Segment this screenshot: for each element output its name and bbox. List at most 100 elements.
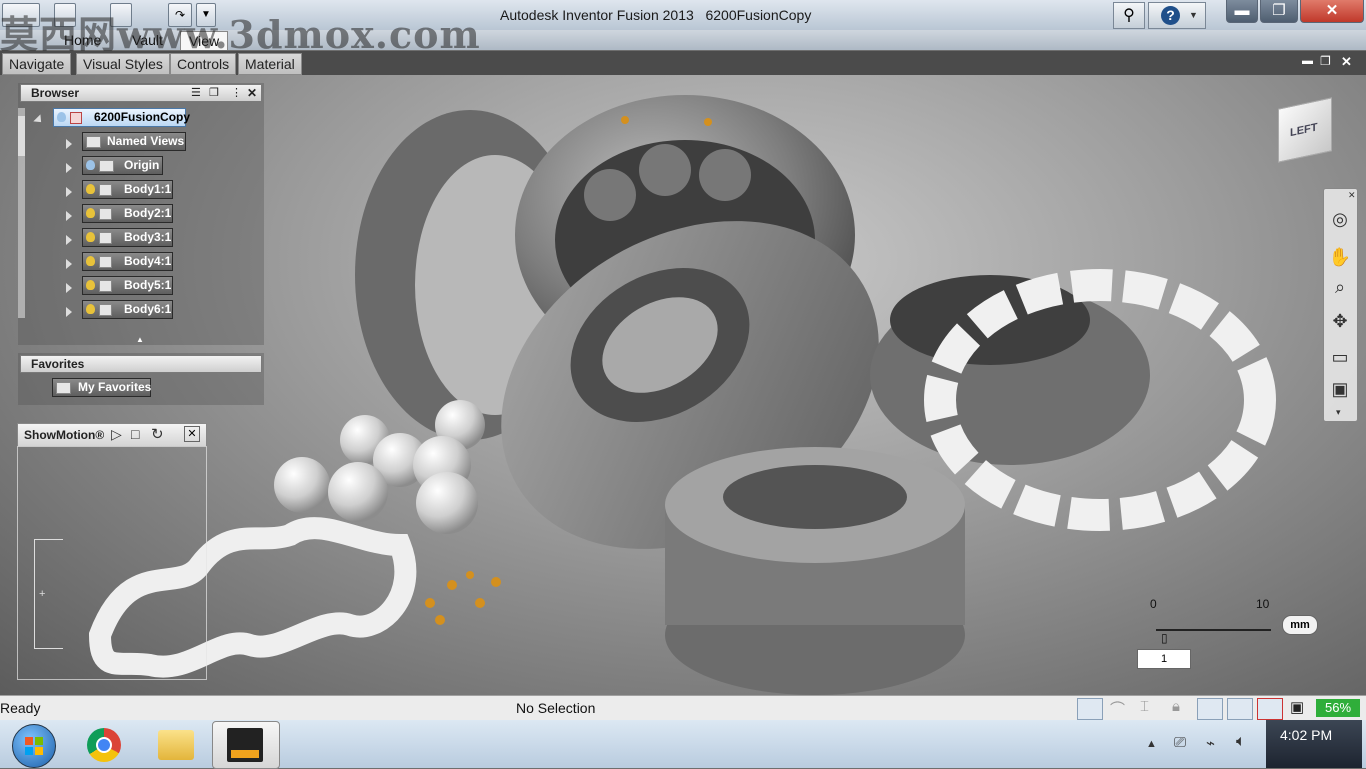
scale-value-box[interactable]: 1: [1137, 649, 1191, 669]
battery-indicator: 56%: [1316, 699, 1360, 717]
browser-close-icon[interactable]: ✕: [247, 85, 257, 101]
viewport-restore-icon[interactable]: ❐: [1320, 54, 1331, 68]
chrome-icon-center: [96, 737, 112, 753]
visibility-bulb-icon[interactable]: [86, 184, 95, 194]
body-icon: [99, 304, 112, 316]
expand-icon[interactable]: [66, 139, 72, 149]
close-button[interactable]: ✕: [1300, 0, 1364, 23]
taskbar: ▲ ⎚ ⌁ 🔈︎ 4:02 PM: [0, 720, 1366, 769]
browser-root-node[interactable]: 6200FusionCopy: [53, 108, 190, 127]
constraint-icon[interactable]: [1257, 698, 1283, 720]
browser-node-body2[interactable]: Body2:1: [82, 204, 173, 223]
unit-toggle[interactable]: mm: [1282, 615, 1318, 635]
status-ready: Ready: [0, 700, 41, 716]
tray-volume-icon[interactable]: 🔈︎: [1236, 733, 1246, 751]
browser-node-body3[interactable]: Body3:1: [82, 228, 173, 247]
menu-visual-styles[interactable]: Visual Styles: [76, 53, 170, 75]
browser-node-body5[interactable]: Body5:1: [82, 276, 173, 295]
visibility-bulb-icon[interactable]: [86, 232, 95, 242]
status-selection: No Selection: [516, 700, 596, 716]
viewcube-face-label[interactable]: LEFT: [1290, 121, 1318, 139]
zoom-icon[interactable]: ⌕: [1328, 275, 1352, 299]
expand-icon[interactable]: [66, 283, 72, 293]
stop-icon[interactable]: □: [131, 426, 139, 442]
browser-node-body4[interactable]: Body4:1: [82, 252, 173, 271]
help-button[interactable]: ? ▼: [1148, 2, 1206, 29]
browser-node-body6[interactable]: Body6:1: [82, 300, 173, 319]
satellite-icon[interactable]: ⚲: [1113, 2, 1145, 29]
showmotion-panel: +: [17, 446, 207, 680]
favorites-item[interactable]: My Favorites: [52, 378, 151, 397]
expand-icon[interactable]: [66, 163, 72, 173]
tray-power-icon[interactable]: ⌁: [1206, 734, 1215, 752]
menu-controls[interactable]: Controls: [170, 53, 237, 75]
browser-dock-icon[interactable]: ❐: [209, 85, 219, 101]
expand-icon[interactable]: [66, 259, 72, 269]
section-icon[interactable]: ⌒: [1110, 698, 1125, 719]
body-icon: [99, 256, 112, 268]
windows-logo-icon: [25, 737, 33, 745]
bounding-icon[interactable]: ⌶: [1140, 698, 1149, 715]
pan-hand-icon[interactable]: ✋: [1328, 245, 1352, 269]
taskbar-inventor-fusion[interactable]: [212, 721, 280, 769]
visibility-bulb-icon[interactable]: [86, 160, 95, 170]
network-icon[interactable]: ▣: [1290, 698, 1304, 716]
start-button[interactable]: [12, 724, 56, 768]
visibility-bulb-icon[interactable]: [86, 256, 95, 266]
help-icon: ?: [1161, 6, 1180, 25]
menu-material[interactable]: Material: [238, 53, 302, 75]
expand-icon[interactable]: [66, 307, 72, 317]
splitter-handle-icon[interactable]: ▲: [136, 336, 146, 344]
browser-node-origin[interactable]: Origin: [82, 156, 163, 175]
visibility-bulb-icon[interactable]: [86, 208, 95, 218]
browser-menu-icon[interactable]: ⋮: [231, 85, 242, 101]
expand-icon[interactable]: [66, 235, 72, 245]
display-mode-icon[interactable]: [1197, 698, 1223, 720]
orbit-icon[interactable]: ✥: [1328, 309, 1352, 333]
viewport-minimize-icon[interactable]: ▬: [1302, 55, 1314, 67]
showmotion-nav-icon[interactable]: ▣: [1328, 377, 1352, 401]
clock-area[interactable]: 4:02 PM: [1266, 720, 1362, 768]
browser-scroll-thumb[interactable]: [18, 116, 25, 156]
showmotion-track[interactable]: +: [34, 539, 63, 649]
minimize-button[interactable]: ▬: [1226, 0, 1258, 23]
browser-options-icon[interactable]: ☰: [191, 85, 201, 101]
expand-icon[interactable]: [66, 211, 72, 221]
tray-network-icon[interactable]: ⎚: [1174, 734, 1186, 751]
app-title: Autodesk Inventor Fusion 2013: [500, 7, 694, 23]
visibility-bulb-icon[interactable]: [86, 280, 95, 290]
3d-viewport[interactable]: Browser ☰ ❐ ⋮ ✕ 6200FusionCopy Named Vie…: [0, 75, 1366, 695]
browser-node-named-views[interactable]: Named Views: [82, 132, 186, 151]
navbar-close-icon[interactable]: ✕: [1348, 190, 1356, 201]
expand-icon[interactable]: [33, 114, 45, 126]
tray-expand-icon[interactable]: ▲: [1146, 738, 1157, 750]
visibility-bulb-icon[interactable]: [86, 304, 95, 314]
browser-node-body1[interactable]: Body1:1: [82, 180, 173, 199]
snap-icon[interactable]: [1227, 698, 1253, 720]
browser-node-label: Body1:1: [124, 182, 172, 196]
scale-max-label: 10: [1256, 597, 1270, 611]
loop-icon[interactable]: ↻: [151, 425, 164, 443]
browser-node-label: Body6:1: [124, 302, 172, 316]
maximize-button[interactable]: ❐: [1260, 0, 1298, 23]
browser-scrollbar[interactable]: [18, 108, 25, 318]
play-icon[interactable]: ▷: [111, 426, 122, 443]
taskbar-chrome[interactable]: [74, 722, 136, 766]
status-bar: Ready No Selection ⌒ ⌶ 🔒︎ ▣ 56%: [0, 695, 1366, 721]
viewport-close-icon[interactable]: ✕: [1341, 54, 1352, 70]
taskbar-explorer[interactable]: [144, 722, 206, 766]
visibility-bulb-icon[interactable]: [57, 112, 66, 122]
showmotion-close-icon[interactable]: ✕: [184, 426, 200, 442]
steering-wheel-icon[interactable]: ◎: [1328, 207, 1352, 231]
scale-slider-icon[interactable]: ▯: [1161, 631, 1168, 645]
expand-icon[interactable]: [66, 187, 72, 197]
add-snapshot-icon[interactable]: +: [39, 588, 45, 600]
navbar-menu-icon[interactable]: ▾: [1336, 407, 1341, 418]
look-at-icon[interactable]: ▭: [1328, 345, 1352, 369]
rivet: [621, 116, 629, 124]
viewcube[interactable]: LEFT: [1278, 97, 1332, 163]
select-tool-icon[interactable]: [1077, 698, 1103, 720]
body-icon: [99, 184, 112, 196]
menu-navigate[interactable]: Navigate: [2, 53, 72, 75]
lock-icon[interactable]: 🔒︎: [1172, 698, 1180, 715]
